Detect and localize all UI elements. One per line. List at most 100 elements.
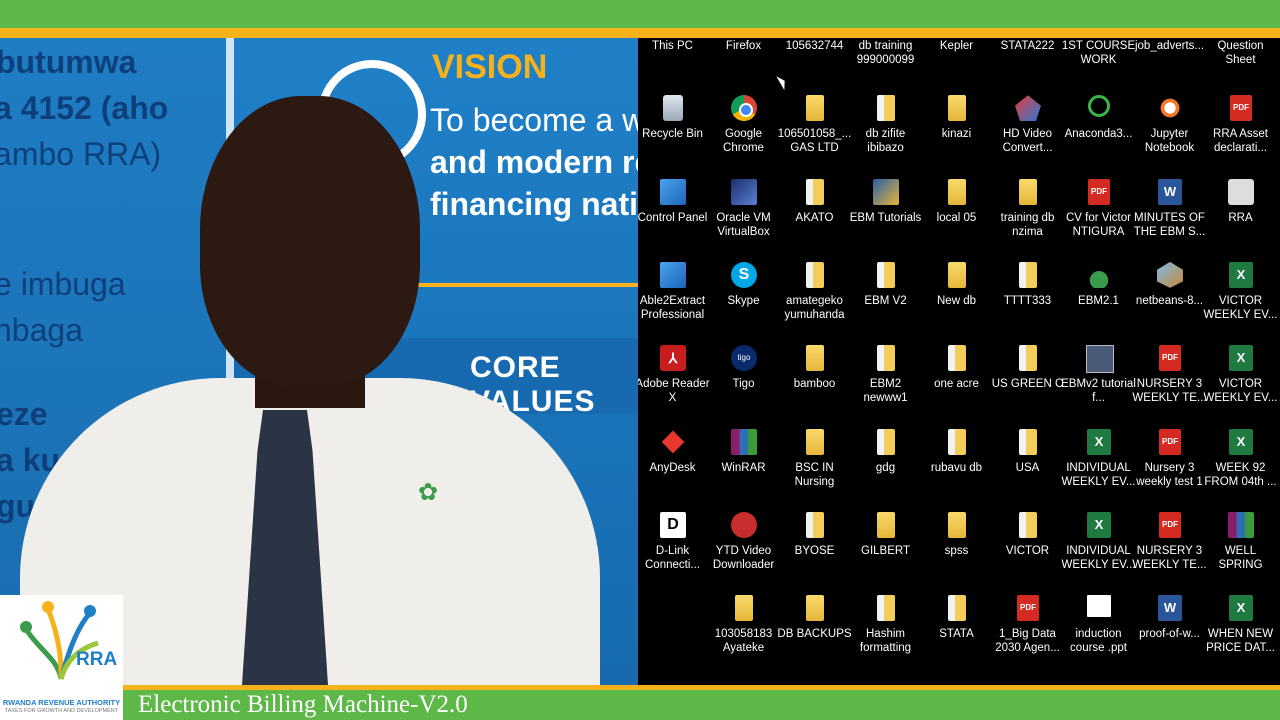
desktop-icon[interactable]: WELL SPRING bbox=[1205, 500, 1276, 580]
desktop-icon[interactable]: STATA222 bbox=[992, 38, 1063, 78]
desktop-icon-label: DB BACKUPS bbox=[777, 628, 852, 641]
desktop-icon[interactable]: job_adverts... bbox=[1134, 38, 1205, 78]
desktop-icon[interactable]: EBM V2 bbox=[850, 250, 921, 330]
vision-line: and modern reve bbox=[430, 144, 638, 180]
skype-icon: S bbox=[731, 261, 757, 288]
desktop-icon[interactable]: Google Chrome bbox=[708, 83, 779, 163]
desktop-icon[interactable]: W MINUTES OF THE EBM S... bbox=[1134, 167, 1205, 247]
desktop-icon[interactable]: Anaconda3... bbox=[1063, 83, 1134, 163]
desktop-icon-label: AKATO bbox=[795, 211, 834, 224]
folder-icon bbox=[877, 595, 895, 622]
desktop-icon-label: VICTOR WEEKLY EV... bbox=[1203, 378, 1278, 405]
desktop-icon-label: EBM Tutorials bbox=[849, 211, 922, 224]
desktop-icon[interactable]: EBM2 newww1 bbox=[850, 333, 921, 413]
desktop-icon[interactable]: gdg bbox=[850, 417, 921, 497]
desktop-icon[interactable]: WinRAR bbox=[708, 417, 779, 497]
desktop-icon[interactable]: Hashim formatting bbox=[850, 583, 921, 663]
ytd-downloader-icon bbox=[731, 511, 757, 538]
desktop-icon[interactable]: PDF RRA Asset declarati... bbox=[1205, 83, 1276, 163]
desktop-icon[interactable]: TTTT333 bbox=[992, 250, 1063, 330]
desktop-icon-label: local 05 bbox=[936, 211, 977, 224]
desktop-icon[interactable]: Kepler bbox=[921, 38, 992, 78]
video-file-icon bbox=[1086, 345, 1114, 374]
desktop-icon[interactable]: US GREEN C bbox=[992, 333, 1063, 413]
desktop-icon[interactable]: EBM Tutorials bbox=[850, 167, 921, 247]
desktop-icon[interactable]: Recycle Bin bbox=[638, 83, 708, 163]
desktop-icon[interactable]: Oracle VM VirtualBox bbox=[708, 167, 779, 247]
desktop-icon[interactable]: STATA bbox=[921, 583, 992, 663]
excel-icon: X bbox=[1087, 511, 1111, 538]
desktop-icon[interactable]: This PC bbox=[638, 38, 708, 78]
desktop-icon[interactable]: AKATO bbox=[779, 167, 850, 247]
desktop-icon[interactable]: GILBERT bbox=[850, 500, 921, 580]
desktop-icon[interactable]: X VICTOR WEEKLY EV... bbox=[1204, 250, 1277, 330]
desktop-icon[interactable]: Able2Extract Professional bbox=[638, 250, 708, 330]
desktop-icon[interactable]: USA bbox=[992, 417, 1063, 497]
desktop-icon[interactable]: YTD Video Downloader bbox=[708, 500, 779, 580]
desktop-icon[interactable]: HD Video Convert... bbox=[992, 83, 1063, 163]
desktop-icon[interactable]: induction course .ppt bbox=[1063, 583, 1134, 663]
desktop-icon[interactable]: S Skype bbox=[708, 250, 779, 330]
desktop-icon[interactable]: training db nzima bbox=[992, 167, 1063, 247]
desktop-icon[interactable]: DB BACKUPS bbox=[777, 583, 852, 663]
desktop-icon-label: amategeko yumuhanda bbox=[784, 294, 845, 321]
desktop-icon[interactable]: ⅄ Adobe Reader X bbox=[638, 333, 710, 413]
desktop-icon-label: Skype bbox=[727, 294, 760, 307]
desktop-icon[interactable]: D D-Link Connecti... bbox=[638, 500, 708, 580]
desktop-icon[interactable]: bamboo bbox=[779, 333, 850, 413]
desktop-icon-label: INDIVIDUAL WEEKLY EV... bbox=[1061, 544, 1136, 571]
banner-text: a 4152 (aho bbox=[0, 90, 169, 126]
desktop-icon[interactable]: Firefox bbox=[708, 38, 779, 78]
desktop-icon[interactable]: RRA bbox=[1205, 167, 1276, 247]
desktop-icon[interactable]: EBMv2 tutorial f... bbox=[1061, 333, 1136, 413]
desktop-icon[interactable]: X INDIVIDUAL WEEKLY EV... bbox=[1062, 417, 1135, 497]
desktop-icon[interactable]: X WHEN NEW PRICE DAT... bbox=[1205, 583, 1276, 663]
desktop-icon[interactable]: Jupyter Notebook bbox=[1134, 83, 1205, 163]
desktop-icon[interactable]: spss bbox=[921, 500, 992, 580]
rra-logo-name: RRA bbox=[76, 649, 118, 670]
desktop-icon[interactable]: 106501058_... GAS LTD bbox=[778, 83, 851, 163]
desktop-icon[interactable]: rubavu db bbox=[921, 417, 992, 497]
banner-text: eze bbox=[0, 396, 48, 432]
desktop-icon[interactable]: netbeans-8... bbox=[1134, 250, 1205, 330]
desktop-icon[interactable]: db training 999000099 bbox=[850, 38, 921, 78]
desktop-icon[interactable]: New db bbox=[921, 250, 992, 330]
pdf-icon: PDF bbox=[1159, 511, 1181, 538]
desktop-icon-label: 103058183 Ayateke bbox=[714, 628, 773, 655]
desktop-icon[interactable]: BYOSE bbox=[779, 500, 850, 580]
desktop-icon[interactable]: PDF 1_Big Data 2030 Agen... bbox=[992, 583, 1063, 663]
desktop-icon[interactable]: EBM2.1 bbox=[1063, 250, 1134, 330]
desktop-icon[interactable]: AnyDesk bbox=[638, 417, 708, 497]
desktop-icon[interactable]: 105632744 bbox=[779, 38, 850, 78]
excel-icon: X bbox=[1229, 345, 1253, 372]
desktop-icon[interactable]: amategeko yumuhanda bbox=[779, 250, 850, 330]
desktop-icon[interactable]: PDF NURSERY 3 WEEKLY TE... bbox=[1132, 333, 1207, 413]
desktop-icon[interactable]: Question Sheet bbox=[1205, 38, 1276, 78]
desktop-icon[interactable]: 1ST COURSE WORK bbox=[1062, 38, 1135, 78]
desktop-icon[interactable]: BSC IN Nursing bbox=[779, 417, 850, 497]
desktop-icon-label: Recycle Bin bbox=[642, 128, 703, 141]
desktop-icon[interactable]: X VICTOR WEEKLY EV... bbox=[1203, 333, 1278, 413]
desktop-icon[interactable]: local 05 bbox=[921, 167, 992, 247]
desktop-icon[interactable]: one acre bbox=[921, 333, 992, 413]
folder-icon bbox=[806, 261, 824, 288]
desktop-icon[interactable]: db zifite ibibazo bbox=[850, 83, 921, 163]
desktop-icon[interactable]: 103058183 Ayateke bbox=[708, 583, 779, 663]
desktop-icon[interactable]: X INDIVIDUAL WEEKLY EV... bbox=[1061, 500, 1136, 580]
desktop-icon-label: kinazi bbox=[941, 128, 972, 141]
desktop-icon-label: one acre bbox=[934, 378, 979, 391]
folder-icon bbox=[806, 178, 824, 205]
desktop-icon[interactable]: Control Panel bbox=[638, 167, 708, 247]
desktop-icon[interactable]: PDF Nursery 3 weekly test 1 bbox=[1134, 417, 1205, 497]
desktop-icon-label: TTTT333 bbox=[1003, 294, 1052, 307]
desktop-icon[interactable]: tigo Tigo bbox=[708, 333, 779, 413]
desktop-icon[interactable]: VICTOR bbox=[992, 500, 1063, 580]
desktop-icon[interactable]: X WEEK 92 FROM 04th ... bbox=[1204, 417, 1277, 497]
folder-icon bbox=[806, 595, 824, 622]
desktop-icon[interactable]: kinazi bbox=[921, 83, 992, 163]
adobe-reader-icon: ⅄ bbox=[660, 345, 686, 372]
desktop-icon[interactable]: PDF CV for Victor NTIGURA bbox=[1063, 167, 1134, 247]
desktop-icon[interactable]: PDF NURSERY 3 WEEKLY TE... bbox=[1132, 500, 1207, 580]
desktop-icon-label: EBM2 newww1 bbox=[863, 378, 908, 405]
desktop-icon[interactable]: Wproof-of-w... bbox=[1134, 583, 1205, 663]
